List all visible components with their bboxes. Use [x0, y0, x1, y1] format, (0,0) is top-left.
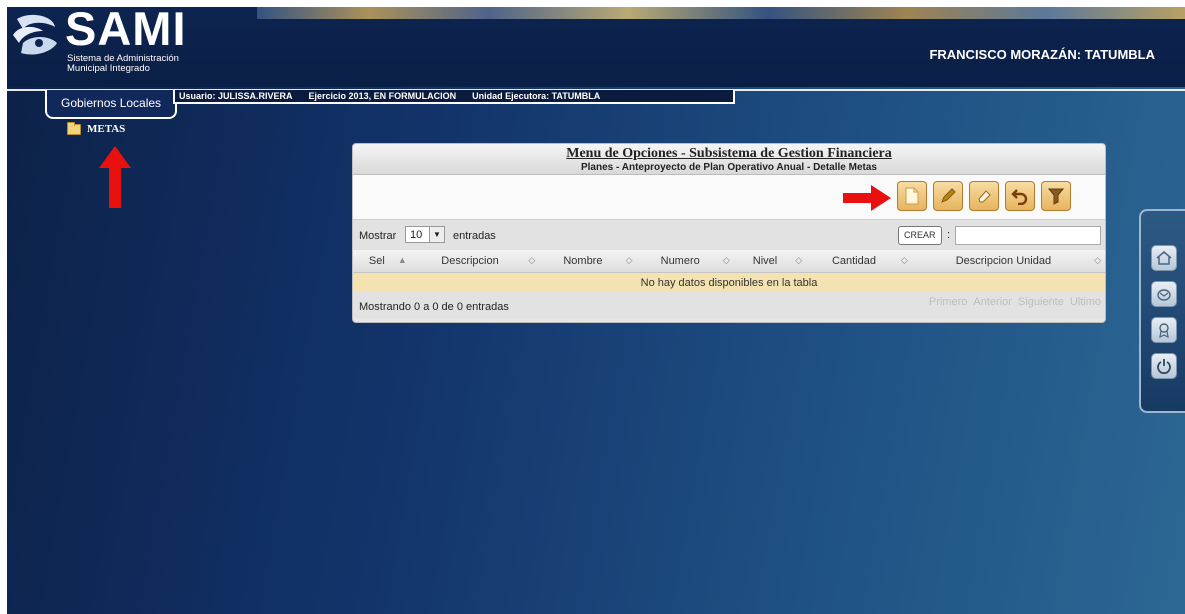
tab-gobiernos-locales[interactable]: Gobiernos Locales — [45, 90, 178, 119]
dock-award-button[interactable] — [1151, 317, 1177, 343]
column-header-cantidad[interactable]: Cantidad ◇ — [806, 250, 912, 273]
chevron-down-icon: ▼ — [429, 227, 444, 242]
eraser-icon — [978, 190, 991, 203]
toolbar — [353, 175, 1105, 220]
column-header-nombre[interactable]: Nombre ◇ — [539, 250, 637, 273]
logo-subtitle: Sistema de Administración Municipal Inte… — [67, 54, 217, 74]
logo-subtitle-line-2: Municipal Integrado — [67, 63, 150, 74]
column-header-descripcion[interactable]: Descripcion ◇ — [410, 250, 540, 273]
folder-icon — [67, 121, 81, 135]
app-frame: SAMI Sistema de Administración Municipal… — [7, 7, 1185, 614]
page-length-select[interactable]: 10 ▼ — [405, 226, 445, 243]
dock-power-button[interactable] — [1151, 353, 1177, 379]
create-tooltip: CREAR — [898, 226, 942, 245]
sami-logo: SAMI Sistema de Administración Municipal… — [7, 7, 207, 87]
award-icon — [1159, 323, 1169, 338]
panel-subtitle: Planes - Anteproyecto de Plan Operativo … — [580, 162, 877, 173]
column-header-label: Nivel — [752, 255, 778, 267]
undo-button[interactable] — [1005, 181, 1035, 211]
pager-last-button[interactable]: Ultimo — [1070, 296, 1101, 308]
column-header-label: Sel — [368, 255, 385, 267]
filter-button[interactable] — [1041, 181, 1071, 211]
annotation-arrow-right-icon — [843, 185, 891, 211]
erase-button[interactable] — [969, 181, 999, 211]
panel-header: Menu de Opciones - Subsistema de Gestion… — [353, 144, 1105, 175]
email-icon — [1157, 289, 1171, 301]
column-header-label: Numero — [660, 255, 700, 267]
search-input[interactable] — [955, 226, 1101, 245]
column-header-descripcion-unidad[interactable]: Descripcion Unidad ◇ — [911, 250, 1105, 273]
header: SAMI Sistema de Administración Municipal… — [7, 7, 1185, 87]
pager-first-button[interactable]: Primero — [929, 296, 968, 308]
unit-label: Unidad Ejecutora: TATUMBLA — [472, 91, 601, 101]
home-icon — [1156, 251, 1172, 265]
sort-icon: ◇ — [722, 255, 730, 265]
column-header-sel[interactable]: Sel ▲ — [353, 250, 411, 273]
panel-title: Menu de Opciones - Subsistema de Gestion… — [566, 146, 892, 161]
annotation-arrow-up-icon — [99, 146, 131, 208]
dock-home-button[interactable] — [1151, 245, 1177, 271]
show-label: Mostrar — [359, 230, 397, 242]
options-panel: Menu de Opciones - Subsistema de Gestion… — [352, 143, 1106, 323]
pagination: Primero Anterior Siguiente Ultimo — [929, 296, 1101, 308]
header-banner-photo — [257, 7, 1185, 19]
logo-emblem-icon — [13, 14, 57, 55]
funnel-icon — [1048, 188, 1064, 205]
pager-previous-button[interactable]: Anterior — [973, 296, 1012, 308]
page-length-value: 10 — [410, 229, 423, 241]
search-colon: : — [947, 229, 951, 241]
session-info-bar: Usuario: JULISSA.RIVERA Ejercicio 2013, … — [173, 90, 735, 104]
region-label: FRANCISCO MORAZÁN: TATUMBLA — [929, 47, 1155, 62]
sidebar: METAS — [67, 121, 126, 135]
sort-icon: ◇ — [795, 255, 803, 265]
undo-icon — [1011, 189, 1028, 205]
empty-table-message: No hay datos disponibles en la tabla — [353, 272, 1105, 292]
column-header-label: Descripcion Unidad — [955, 255, 1052, 267]
sort-icon: ◇ — [900, 255, 908, 265]
edit-button[interactable] — [933, 181, 963, 211]
exercise-label: Ejercicio 2013, EN FORMULACION — [308, 91, 457, 101]
sidebar-item-label: METAS — [87, 123, 126, 135]
sort-icon: ◇ — [1094, 255, 1101, 265]
nav-row: Gobiernos Locales Usuario: JULISSA.RIVER… — [7, 87, 1185, 121]
entries-label: entradas — [453, 230, 496, 242]
create-button[interactable] — [897, 181, 927, 211]
column-header-nivel[interactable]: Nivel ◇ — [733, 250, 807, 273]
quick-access-dock — [1139, 209, 1185, 413]
column-header-label: Nombre — [563, 255, 603, 267]
sort-icon: ◇ — [528, 255, 536, 265]
column-header-label: Descripcion — [441, 255, 499, 267]
sort-icon: ◇ — [625, 255, 633, 265]
column-header-numero[interactable]: Numero ◇ — [636, 250, 734, 273]
pencil-icon — [941, 188, 956, 203]
pager-next-button[interactable]: Siguiente — [1018, 296, 1064, 308]
table-footer: Mostrando 0 a 0 de 0 entradas Primero An… — [353, 292, 1105, 318]
sort-asc-icon: ▲ — [397, 255, 407, 265]
sidebar-item-metas[interactable]: METAS — [67, 121, 126, 135]
user-label: Usuario: JULISSA.RIVERA — [179, 91, 293, 101]
dock-email-button[interactable] — [1151, 281, 1177, 307]
data-table: Sel ▲ Descripcion ◇ Nombre ◇ Numero ◇ Nivel ◇… — [353, 250, 1105, 292]
power-icon — [1157, 359, 1171, 374]
table-header-row: Sel ▲ Descripcion ◇ Nombre ◇ Numero ◇ Nivel ◇… — [353, 250, 1105, 273]
table-controls: Mostrar 10 ▼ entradas CREAR : — [353, 220, 1105, 250]
new-document-icon — [905, 187, 919, 205]
table-info: Mostrando 0 a 0 de 0 entradas — [359, 301, 509, 313]
logo-title: SAMI — [65, 7, 187, 55]
table-row: No hay datos disponibles en la tabla — [353, 272, 1105, 292]
column-header-label: Cantidad — [831, 255, 876, 267]
